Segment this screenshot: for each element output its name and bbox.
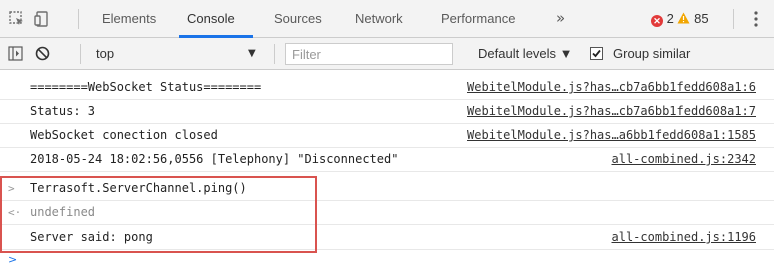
kebab-menu-icon[interactable]: [754, 10, 758, 28]
source-link[interactable]: all-combined.js:1196: [612, 226, 757, 249]
warning-count: 85: [694, 11, 709, 26]
group-similar-label: Group similar: [613, 46, 691, 61]
sidebar-toggle-icon[interactable]: [8, 46, 23, 61]
toolbar-divider: [274, 44, 275, 64]
warning-icon: [677, 12, 690, 24]
message-text: Status: 3: [30, 104, 96, 118]
inspect-element-icon[interactable]: [8, 10, 26, 28]
result-text: undefined: [30, 205, 96, 219]
result-chevron-icon: <·: [8, 206, 22, 219]
console-message: Status: 3 WebitelModule.js?has…cb7a6bb1f…: [0, 100, 774, 124]
input-chevron-icon: >: [8, 182, 15, 195]
message-text: Server said: pong: [30, 230, 153, 244]
tabbar-divider: [78, 9, 79, 29]
console-message: 2018-05-24 18:02:56,0556 [Telephony] "Di…: [0, 148, 774, 172]
tab-elements[interactable]: Elements: [102, 0, 156, 37]
console-message: Server said: pong all-combined.js:1196: [0, 226, 774, 250]
clear-console-icon[interactable]: [35, 46, 50, 61]
tab-performance[interactable]: Performance: [441, 0, 515, 37]
console-message: WebSocket conection closed WebitelModule…: [0, 124, 774, 148]
error-count: 2: [666, 11, 674, 26]
tab-sources[interactable]: Sources: [274, 0, 322, 37]
source-link[interactable]: WebitelModule.js?has…cb7a6bb1fedd608a1:7: [467, 100, 756, 123]
console-result: <· undefined: [0, 201, 774, 225]
console-messages: ========WebSocket Status======== Webitel…: [0, 71, 774, 266]
console-command: > Terrasoft.ServerChannel.ping(): [0, 177, 774, 201]
message-text: ========WebSocket Status========: [30, 80, 262, 94]
levels-dropdown[interactable]: Default levels ▼: [478, 38, 573, 69]
device-toolbar-icon[interactable]: [33, 10, 51, 28]
error-warning-counter[interactable]: ✕ 2 85: [651, 0, 709, 37]
command-text: Terrasoft.ServerChannel.ping(): [30, 181, 247, 195]
context-selector[interactable]: top: [96, 38, 114, 69]
checkbox-icon: [592, 49, 601, 58]
error-icon: ✕: [651, 15, 663, 27]
more-tabs-icon[interactable]: »: [556, 0, 565, 37]
filter-input[interactable]: [285, 43, 453, 65]
console-toolbar: top ▼ Default levels ▼ Group similar: [0, 38, 774, 70]
message-text: WebSocket conection closed: [30, 128, 218, 142]
tab-console[interactable]: Console: [187, 0, 235, 37]
group-similar-checkbox[interactable]: [590, 47, 603, 60]
source-link[interactable]: WebitelModule.js?has…a6bb1fedd608a1:1585: [467, 124, 756, 147]
dropdown-arrow-icon[interactable]: ▼: [248, 38, 256, 69]
toolbar-divider: [80, 44, 81, 64]
message-text: 2018-05-24 18:02:56,0556 [Telephony] "Di…: [30, 152, 399, 166]
source-link[interactable]: all-combined.js:2342: [612, 148, 757, 171]
source-link[interactable]: WebitelModule.js?has…cb7a6bb1fedd608a1:6: [467, 76, 756, 99]
tab-network[interactable]: Network: [355, 0, 403, 37]
console-prompt-icon[interactable]: >: [8, 254, 17, 266]
tabbar-divider: [733, 9, 734, 29]
devtools-tabbar: Elements Console Sources Network Perform…: [0, 0, 774, 38]
console-message: ========WebSocket Status======== Webitel…: [0, 76, 774, 100]
